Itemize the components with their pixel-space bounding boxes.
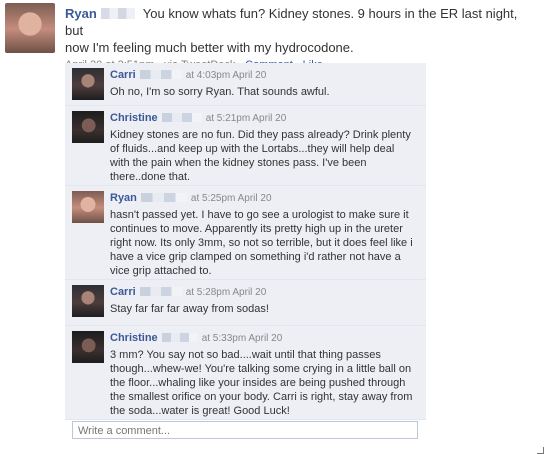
- post-text-line-2: now I'm feeling much better with my hydr…: [65, 40, 354, 55]
- comment-text-1: Oh no, I'm so sorry Ryan. That sounds aw…: [110, 86, 330, 98]
- write-comment-placeholder: Write a comment...: [78, 425, 171, 437]
- comment-content-2: Christine at 5:21pm April 20 Kidney stone…: [110, 111, 414, 184]
- comment-avatar-3[interactable]: [72, 191, 104, 223]
- comment-text-5: 3 mm? You say not so bad....wait until t…: [110, 349, 413, 417]
- redacted-surname-1: [139, 70, 182, 80]
- comment-content-1: Carri at 4:03pm April 20 Oh no, I'm so so…: [110, 68, 414, 99]
- comment-avatar-2[interactable]: [72, 111, 104, 143]
- comment-avatar-5[interactable]: [72, 331, 104, 363]
- redacted-surname: [100, 8, 135, 20]
- comment-time-4: at 5:28pm April 20: [185, 287, 267, 298]
- comments-panel: Carri at 4:03pm April 20 Oh no, I'm so so…: [65, 63, 426, 452]
- comment-time-1: at 4:03pm April 20: [185, 70, 267, 81]
- comment-item-5: Christine at 5:33pm April 20 3 mm? You sa…: [65, 326, 426, 420]
- comment-author-1[interactable]: Carri: [110, 69, 136, 81]
- comment-author-2[interactable]: Christine: [110, 112, 158, 124]
- comment-text-2: Kidney stones are no fun. Did they pass …: [110, 129, 411, 183]
- comment-author-3[interactable]: Ryan: [110, 192, 137, 204]
- comment-time-5: at 5:33pm April 20: [201, 333, 283, 344]
- post-text-line-1: Ryan You know whats fun? Kidney stones. 9…: [65, 5, 535, 39]
- comment-avatar-1[interactable]: [72, 68, 104, 100]
- comment-text-3: hasn't passed yet. I have to go see a ur…: [110, 209, 413, 277]
- comment-content-4: Carri at 5:28pm April 20 Stay far far far…: [110, 285, 414, 316]
- comment-avatar-4[interactable]: [72, 285, 104, 317]
- comment-item-1: Carri at 4:03pm April 20 Oh no, I'm so so…: [65, 63, 426, 106]
- redacted-surname-2: [161, 113, 202, 123]
- comment-item-3: Ryan at 5:25pm April 20 hasn't passed yet…: [65, 186, 426, 280]
- post-author-name[interactable]: Ryan: [65, 6, 97, 21]
- write-comment-input[interactable]: Write a comment...: [72, 421, 418, 439]
- comment-item-4: Carri at 5:28pm April 20 Stay far far far…: [65, 280, 426, 326]
- comment-content-5: Christine at 5:33pm April 20 3 mm? You sa…: [110, 331, 414, 418]
- comment-text-4: Stay far far far away from sodas!: [110, 303, 269, 315]
- corner-mark: [537, 447, 544, 454]
- status-post: Ryan You know whats fun? Kidney stones. 9…: [65, 5, 535, 71]
- redacted-surname-5: [161, 333, 198, 343]
- comment-content-3: Ryan at 5:25pm April 20 hasn't passed yet…: [110, 191, 414, 278]
- redacted-surname-3: [140, 193, 187, 203]
- post-author-avatar[interactable]: [5, 3, 55, 53]
- comment-time-2: at 5:21pm April 20: [205, 113, 287, 124]
- comment-author-4[interactable]: Carri: [110, 286, 136, 298]
- comment-time-3: at 5:25pm April 20: [190, 193, 272, 204]
- comment-author-5[interactable]: Christine: [110, 332, 158, 344]
- redacted-surname-4: [139, 287, 182, 297]
- comment-item-2: Christine at 5:21pm April 20 Kidney stone…: [65, 106, 426, 186]
